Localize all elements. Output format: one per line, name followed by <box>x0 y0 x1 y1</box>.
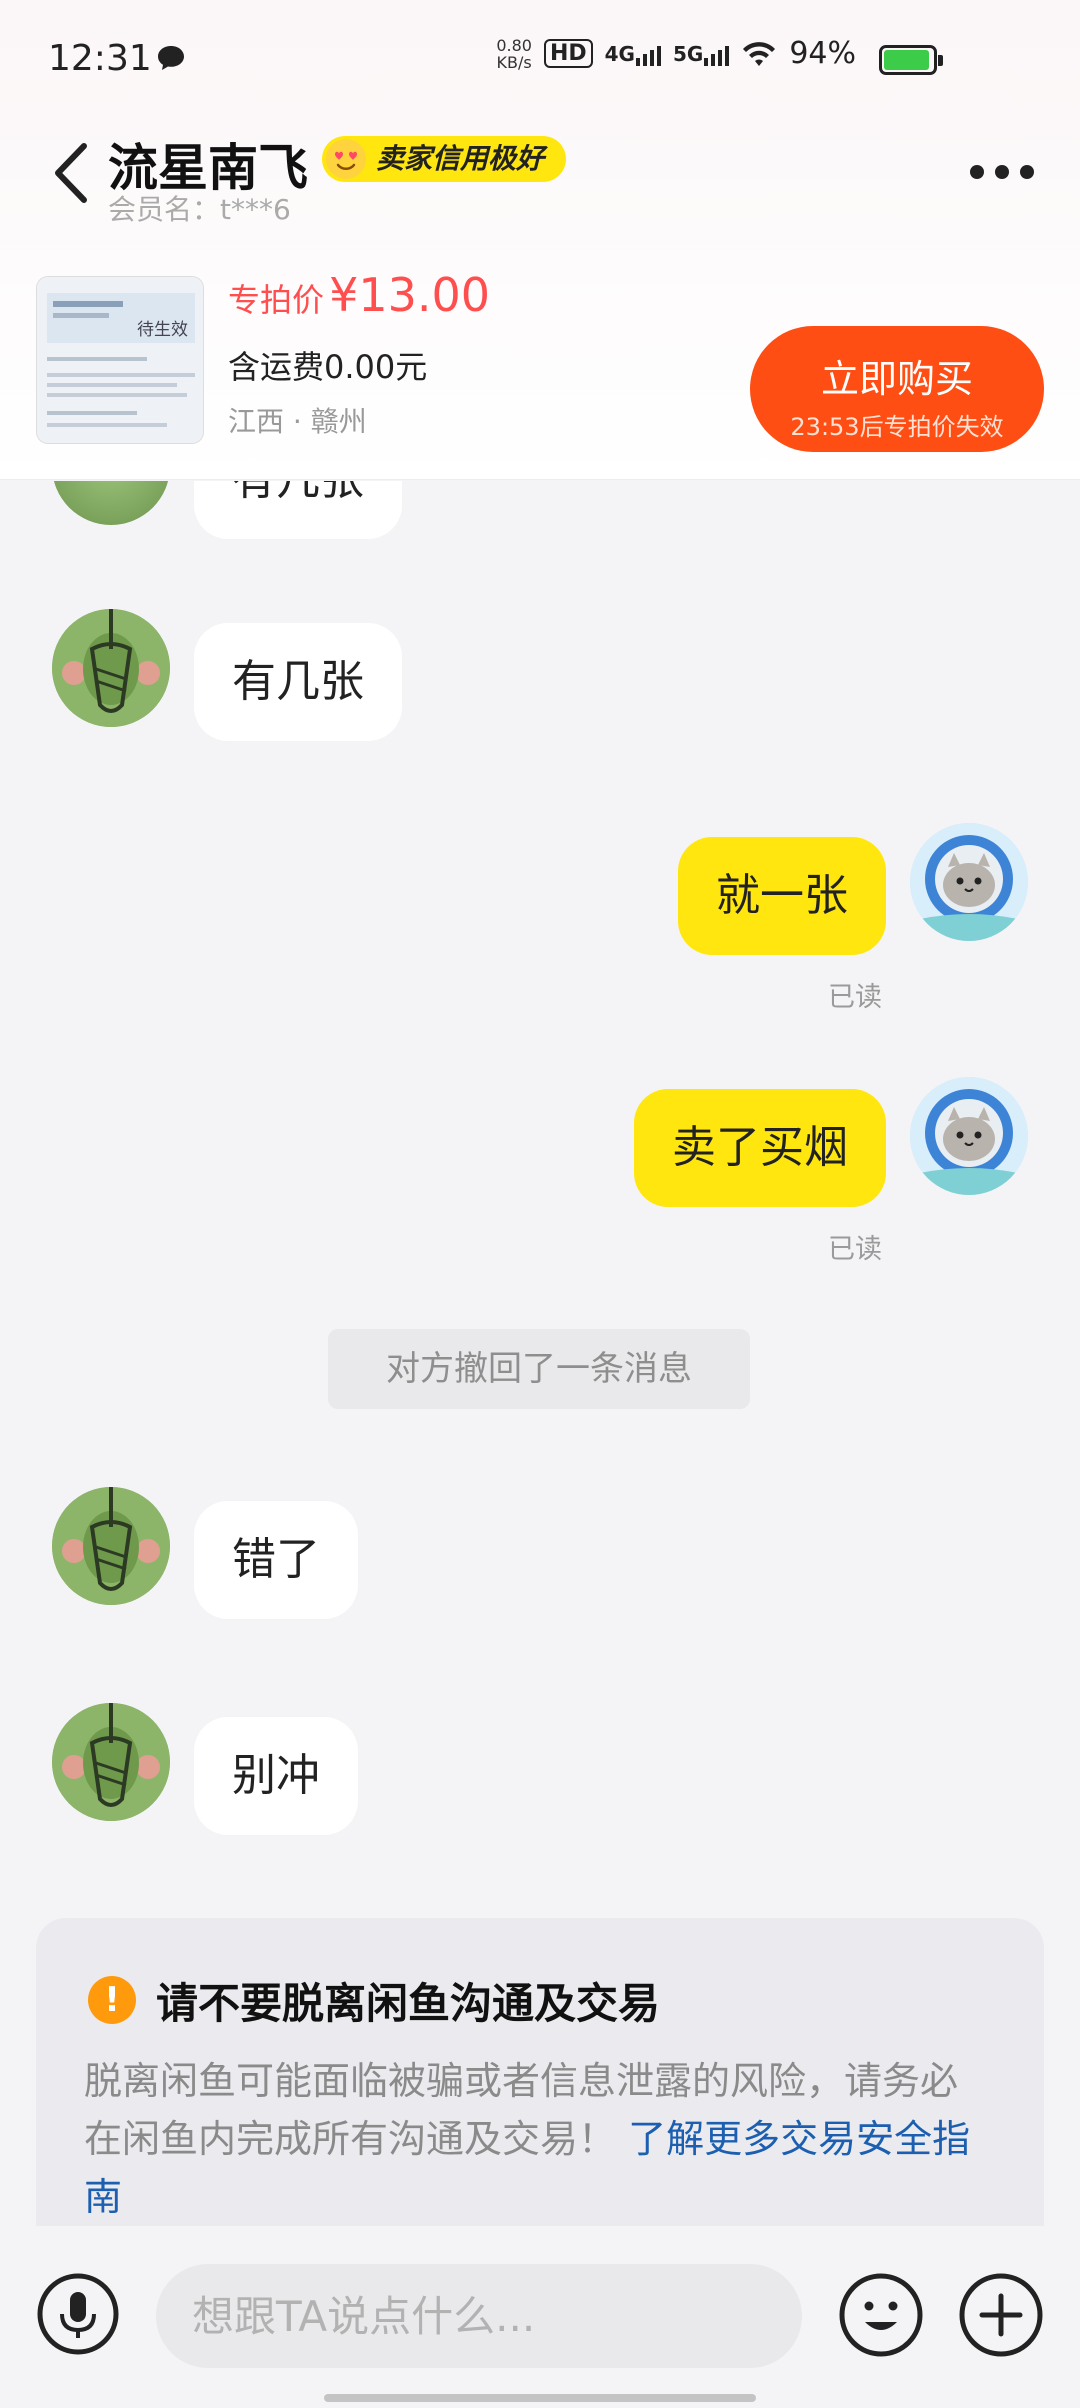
battery-percent: 94% <box>789 36 856 71</box>
hd-icon: HD <box>543 39 593 68</box>
credit-badge: 卖家信用极好 <box>322 136 567 182</box>
signal-5g-icon: 5G <box>673 42 730 66</box>
status-time: 12:31 <box>48 38 152 79</box>
emoji-icon[interactable] <box>838 2272 924 2358</box>
price-value: ¥13.00 <box>329 268 491 322</box>
message-bubble-received[interactable]: 错了 <box>194 1501 358 1619</box>
more-options-icon[interactable] <box>970 160 1034 184</box>
status-bar: 12:31 0.80 KB/s HD 4G 5G 94% <box>0 0 1080 120</box>
back-arrow-icon[interactable] <box>48 138 98 208</box>
battery-fill <box>884 50 930 70</box>
contact-avatar[interactable] <box>52 481 170 525</box>
plus-icon[interactable] <box>958 2272 1044 2358</box>
signal-4g-icon: 4G <box>605 42 661 66</box>
contact-avatar[interactable] <box>52 1487 170 1605</box>
member-name: 会员名：t***6 <box>108 193 291 226</box>
price-label: 专拍价 <box>228 281 325 319</box>
warning-title: 请不要脱离闲鱼沟通及交易 <box>156 1979 661 2028</box>
network-speed: 0.80 KB/s <box>496 35 532 72</box>
location-info: 江西 · 赣州 <box>228 405 367 438</box>
price-line: 专拍价 ¥13.00 <box>228 268 490 322</box>
microphone-icon[interactable] <box>36 2272 120 2356</box>
shipping-info: 含运费0.00元 <box>228 348 428 386</box>
message-input[interactable] <box>156 2264 802 2368</box>
message-bubble-received[interactable]: 有几张 <box>194 623 402 741</box>
price-expiry-label: 23:53后专拍价失效 <box>790 413 1004 441</box>
battery-icon <box>879 45 943 75</box>
recalled-message-notice: 对方撤回了一条消息 <box>328 1329 750 1409</box>
message-bubble-sent[interactable]: 就一张 <box>678 837 886 955</box>
status-indicators: 0.80 KB/s HD 4G 5G 94% <box>496 36 940 71</box>
exclamation-icon: ! <box>88 1976 136 2024</box>
buy-now-button[interactable]: 立即购买 23:53后专拍价失效 <box>750 326 1044 452</box>
buy-now-label: 立即购买 <box>820 357 973 401</box>
my-avatar[interactable] <box>910 823 1028 941</box>
message-bubble-partial: 有几张 <box>194 481 402 539</box>
product-thumbnail[interactable]: 待生效 <box>36 276 204 444</box>
thumb-stamp: 待生效 <box>137 320 188 340</box>
message-bubble-received[interactable]: 别冲 <box>194 1717 358 1835</box>
message-bubble-sent[interactable]: 卖了买烟 <box>634 1089 886 1207</box>
wifi-icon <box>743 41 776 66</box>
read-receipt: 已读 <box>828 982 882 1013</box>
my-avatar[interactable] <box>910 1077 1028 1195</box>
message-notification-icon <box>158 46 184 70</box>
contact-avatar[interactable] <box>52 1703 170 1821</box>
read-receipt: 已读 <box>828 1234 882 1265</box>
home-indicator[interactable] <box>324 2394 756 2402</box>
warning-body: 脱离闲鱼可能面临被骗或者信息泄露的风险，请务必在闲鱼内完成所有沟通及交易！ 了解… <box>84 2059 971 2219</box>
heart-eyes-emoji-icon <box>326 139 366 179</box>
contact-avatar[interactable] <box>52 609 170 727</box>
